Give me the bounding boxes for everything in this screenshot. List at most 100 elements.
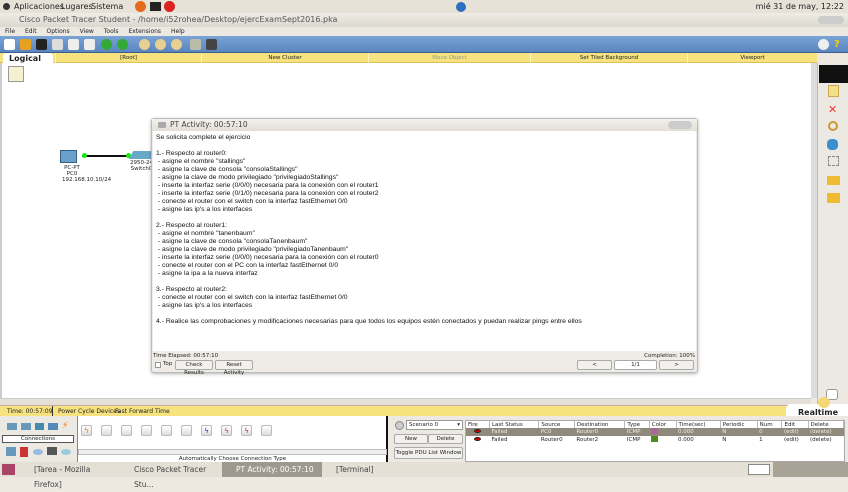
fire-icon[interactable] <box>474 437 481 441</box>
menu-lugares[interactable]: Lugares <box>61 0 93 13</box>
hp-icon[interactable] <box>456 2 466 12</box>
new-scenario-button[interactable]: New <box>394 434 428 444</box>
column-header[interactable]: Periodic <box>720 421 758 428</box>
note-tool-icon[interactable] <box>828 85 839 97</box>
select-tool-icon[interactable] <box>819 65 848 83</box>
delete-tool-icon[interactable]: ✕ <box>828 103 837 116</box>
auto-connection-icon[interactable]: ϟ <box>81 425 92 436</box>
task-packet-tracer[interactable]: Cisco Packet Tracer Stu... <box>120 462 222 489</box>
coaxial-cable-icon[interactable]: ϟ <box>201 425 212 436</box>
stop-icon[interactable] <box>164 1 175 12</box>
workspace-switcher[interactable] <box>773 462 848 477</box>
scenario-select[interactable]: Scenario 0 ▾ <box>406 420 463 430</box>
serial-dte-icon[interactable]: ϟ <box>241 425 252 436</box>
menu-view[interactable]: View <box>80 28 94 35</box>
draw-shape-tool-icon[interactable] <box>827 139 838 150</box>
help-icon[interactable]: ? <box>834 39 845 50</box>
link-pc-switch[interactable] <box>82 155 128 157</box>
straight-through-cable-icon[interactable] <box>121 425 132 436</box>
console-cable-icon[interactable] <box>101 425 112 436</box>
dialog-window-controls[interactable] <box>668 121 692 129</box>
open-icon[interactable] <box>20 39 31 50</box>
dialog-titlebar[interactable]: PT Activity: 00:57:10 <box>152 119 697 131</box>
connections-icon[interactable]: ⚡ <box>62 422 68 431</box>
save-icon[interactable] <box>36 39 47 50</box>
task-firefox[interactable]: [Tarea - Mozilla Firefox] <box>20 462 120 489</box>
column-header[interactable]: Source <box>538 421 575 428</box>
pc-icon[interactable] <box>60 150 77 163</box>
clock[interactable]: mié 31 de may, 12:22 <box>756 0 844 13</box>
connection-scrollbar[interactable] <box>78 449 387 455</box>
print-icon[interactable] <box>52 39 63 50</box>
palette-icon[interactable] <box>190 39 201 50</box>
next-page-button[interactable]: > <box>659 360 694 370</box>
reset-activity-button[interactable]: Reset Activity <box>215 360 253 376</box>
pdu-edit[interactable]: (edit) <box>782 428 808 436</box>
zoom-in-icon[interactable] <box>139 39 150 50</box>
serial-dce-icon[interactable]: ϟ <box>221 425 232 436</box>
fire-icon[interactable] <box>474 429 481 433</box>
zoom-reset-icon[interactable] <box>155 39 166 50</box>
menu-sistema[interactable]: Sistema <box>91 0 123 13</box>
pdu-edit[interactable]: (edit) <box>782 436 808 444</box>
move-object-button[interactable]: Move Object <box>368 53 530 63</box>
new-icon[interactable] <box>4 39 15 50</box>
pdu-row[interactable]: Failed PC0 Router0 ICMP 0.000 N 0 (edit) (delete… <box>466 428 844 436</box>
menu-edit[interactable]: Edit <box>25 28 37 35</box>
top-checkbox[interactable] <box>155 362 161 368</box>
menu-extensions[interactable]: Extensions <box>128 28 161 35</box>
column-header[interactable]: Destination <box>574 421 626 428</box>
security-icon[interactable] <box>20 447 28 457</box>
column-header[interactable]: Delete <box>808 421 845 428</box>
scenario-info-icon[interactable] <box>395 421 404 430</box>
set-tiled-background-button[interactable]: Set Tiled Background <box>530 53 687 63</box>
undo-icon[interactable] <box>101 39 112 50</box>
menu-file[interactable]: File <box>5 28 15 35</box>
column-header[interactable]: Color <box>649 421 677 428</box>
window-controls[interactable] <box>818 16 844 24</box>
pdu-delete[interactable]: (delete) <box>808 436 843 444</box>
zoom-out-icon[interactable] <box>171 39 182 50</box>
column-header[interactable]: Time(sec) <box>676 421 721 428</box>
add-complex-pdu-icon[interactable] <box>827 193 840 203</box>
toggle-pdu-list-button[interactable]: Toggle PDU List Window <box>394 447 463 459</box>
wan-emulation-icon[interactable] <box>33 449 43 455</box>
realtime-clock-icon[interactable] <box>818 397 830 408</box>
paste-icon[interactable] <box>84 39 95 50</box>
root-button[interactable]: [Root] <box>55 53 201 63</box>
routers-icon[interactable] <box>7 423 17 430</box>
menu-help[interactable]: Help <box>171 28 185 35</box>
phone-cable-icon[interactable] <box>181 425 192 436</box>
workspace-1[interactable] <box>748 464 770 475</box>
column-header[interactable]: Last Status <box>489 421 540 428</box>
info-icon[interactable] <box>818 39 829 50</box>
pdu-row[interactable]: Failed Router0 Router2 ICMP 0.000 N 1 (edit) (de… <box>466 436 844 444</box>
multiuser-icon[interactable] <box>61 449 71 455</box>
crossover-cable-icon[interactable] <box>141 425 152 436</box>
redo-icon[interactable] <box>117 39 128 50</box>
inspect-tool-icon[interactable] <box>828 121 838 131</box>
delete-scenario-button[interactable]: Delete <box>428 434 463 444</box>
new-cluster-button[interactable]: New Cluster <box>201 53 368 63</box>
prev-page-button[interactable]: < <box>577 360 612 370</box>
task-terminal[interactable]: [Terminal] <box>322 462 422 477</box>
check-results-button[interactable]: Check Results <box>175 360 213 376</box>
horizontal-scrollbar[interactable] <box>0 398 811 405</box>
resize-tool-icon[interactable] <box>828 156 839 166</box>
firefox-icon[interactable] <box>135 1 146 12</box>
task-pt-activity[interactable]: PT Activity: 00:57:10 <box>222 462 322 477</box>
navigation-icon[interactable] <box>8 66 24 82</box>
switches-icon[interactable] <box>21 423 31 430</box>
pdu-delete[interactable]: (delete) <box>808 428 843 436</box>
custom-device-icon[interactable] <box>206 39 217 50</box>
add-simple-pdu-icon[interactable] <box>827 176 840 185</box>
column-header[interactable]: Type <box>624 421 650 428</box>
wireless-icon[interactable] <box>48 423 58 430</box>
show-desktop-icon[interactable] <box>2 464 15 475</box>
menu-aplicaciones[interactable]: Aplicaciones <box>14 0 64 13</box>
menu-tools[interactable]: Tools <box>104 28 119 35</box>
terminal-icon[interactable] <box>150 2 161 11</box>
fiber-cable-icon[interactable] <box>161 425 172 436</box>
custom-devices-icon[interactable] <box>47 447 57 455</box>
column-header[interactable]: Num <box>757 421 783 428</box>
